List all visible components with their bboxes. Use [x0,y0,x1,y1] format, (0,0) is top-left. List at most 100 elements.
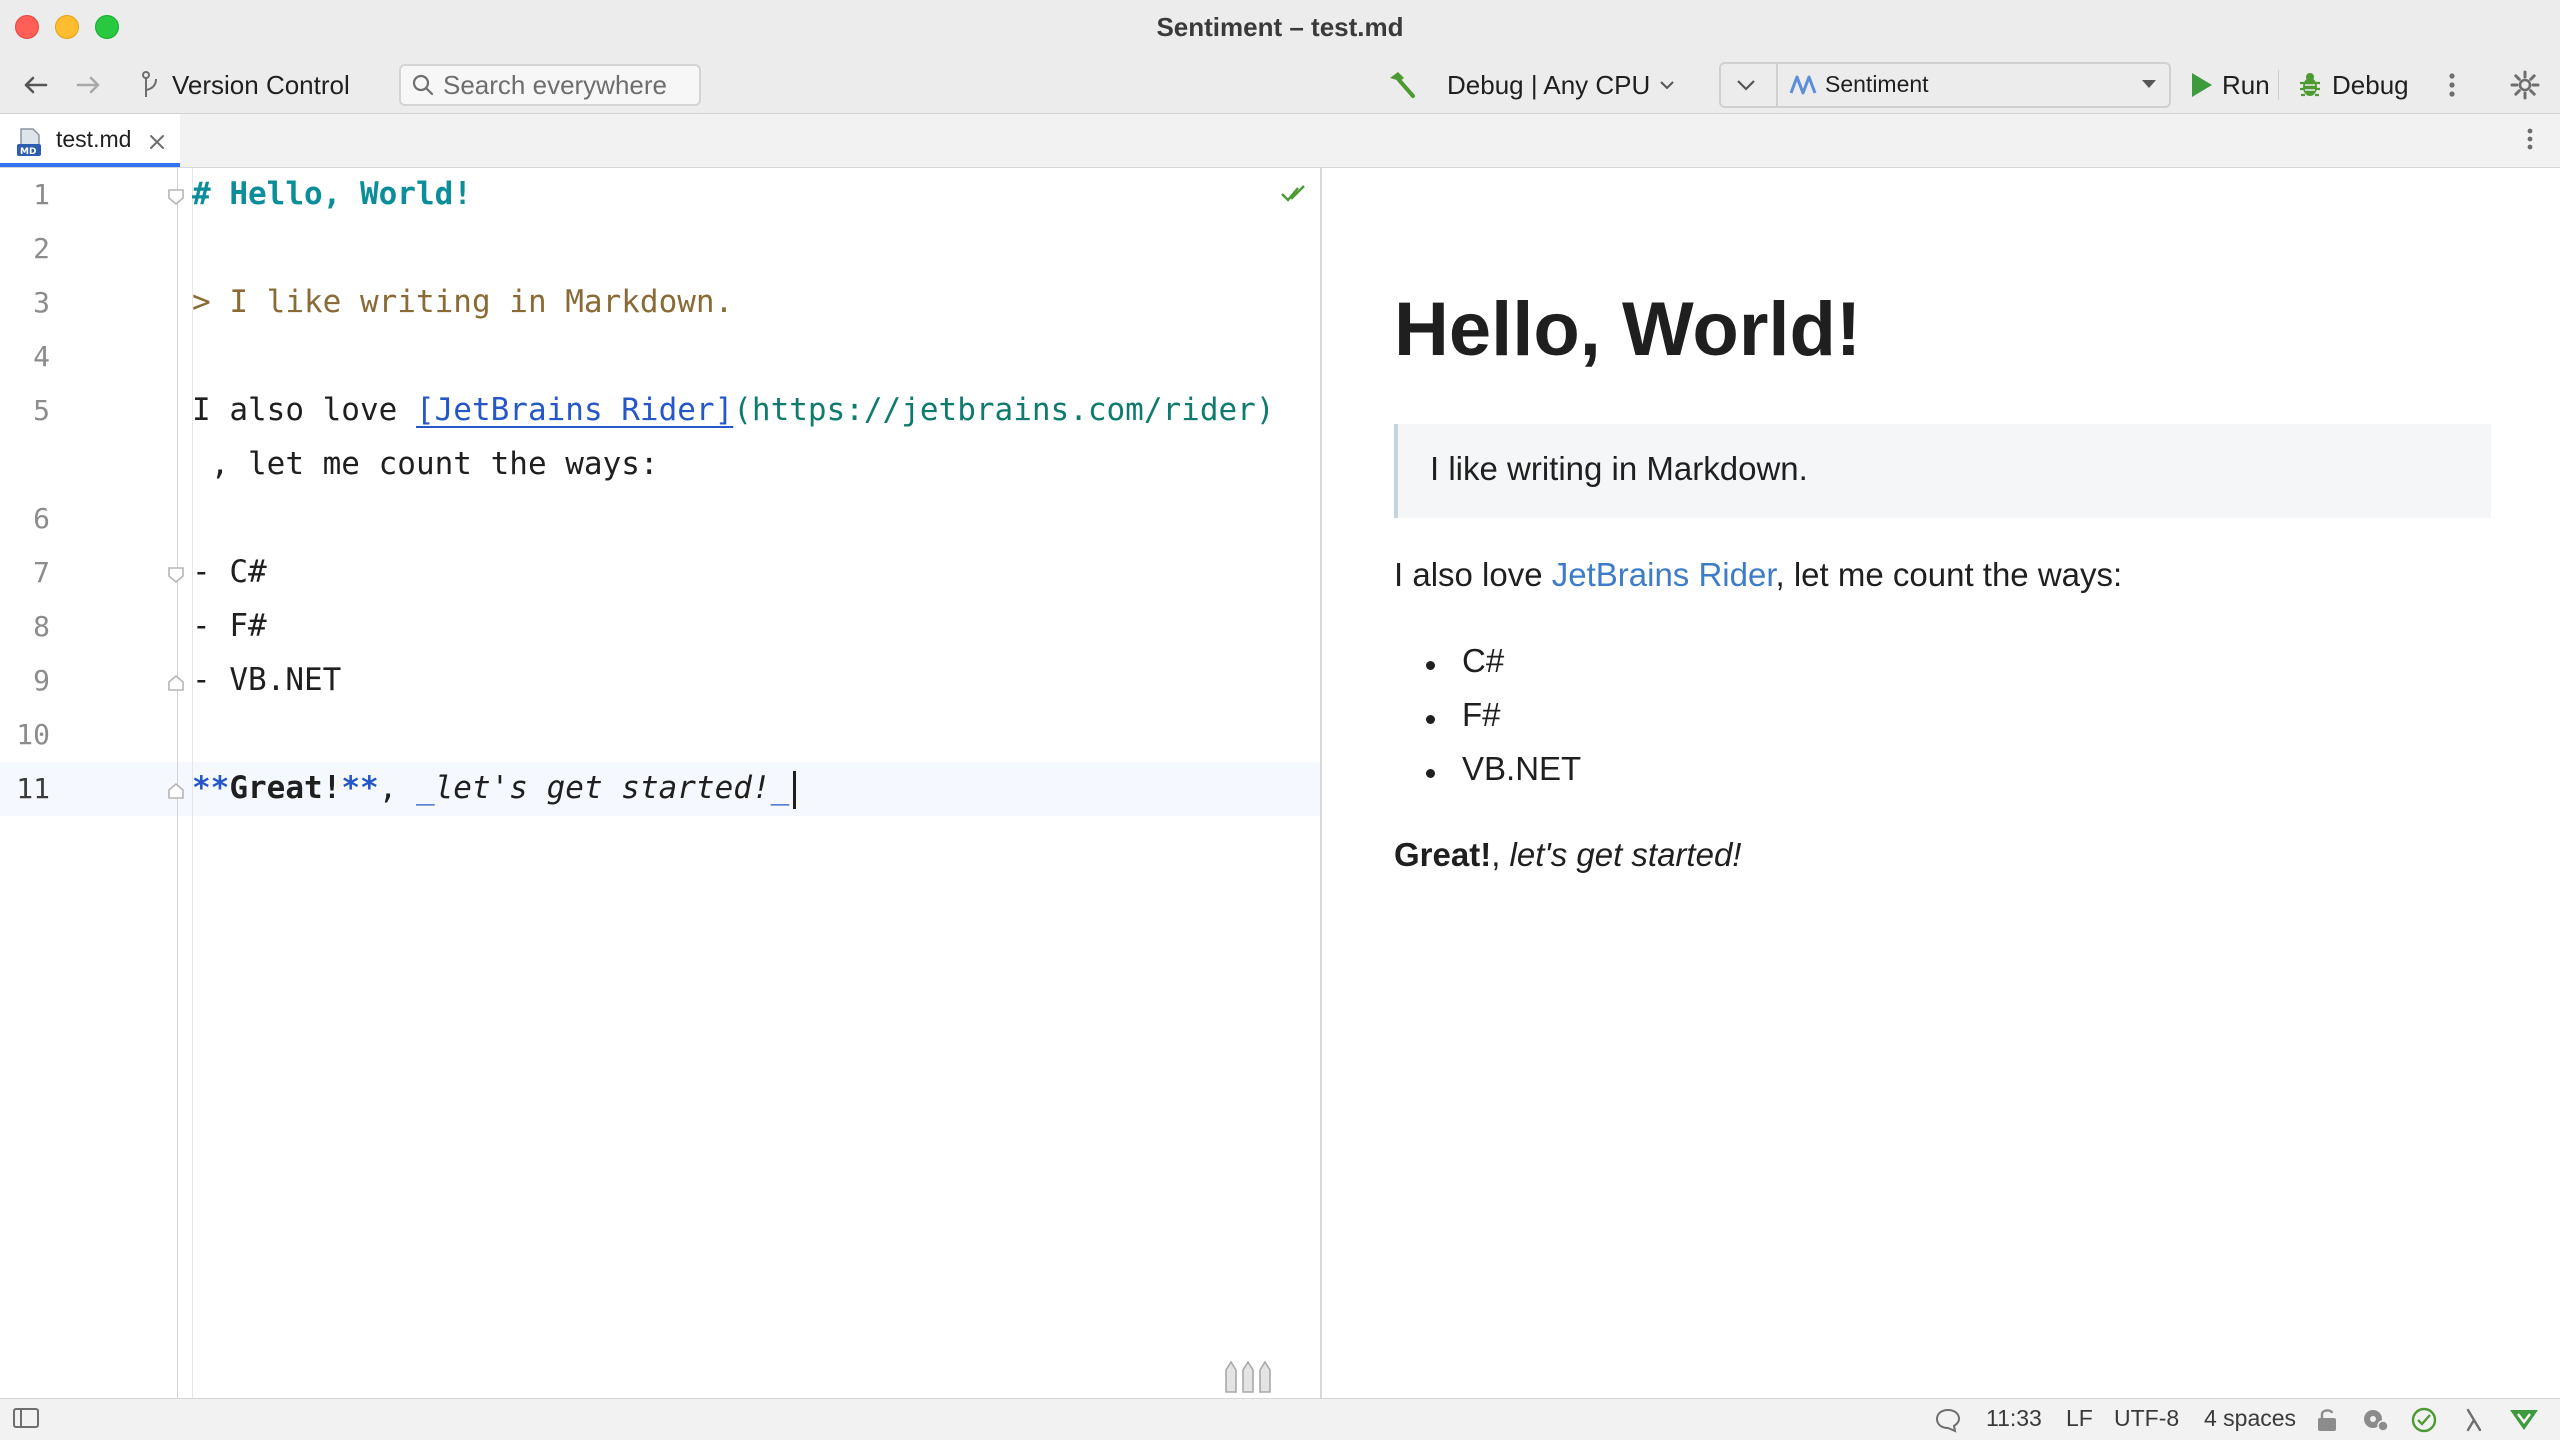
italic-marker: _ [415,770,435,806]
line-number: 5 [33,394,50,427]
fold-end-marker-icon[interactable] [166,781,186,801]
run-config-name: Sentiment [1825,71,1929,97]
paragraph-text: , let me count the ways: [1775,556,2123,593]
preview-paragraph: Great!, let's get started! [1394,836,1741,874]
link-text[interactable]: [JetBrains Rider] [416,392,733,428]
run-button[interactable]: Run [2192,56,2270,114]
code-line-3: > I like writing in Markdown. [192,284,734,320]
caret-position[interactable]: 11:33 [1986,1405,2042,1432]
run-icon [2192,73,2212,97]
line-ending[interactable]: LF [2066,1405,2093,1432]
blockquote-text: I like writing in Markdown. [1430,450,1808,487]
inspection-ok-icon[interactable] [1280,182,1308,206]
list-item: VB.NET [1462,750,1582,787]
markdown-file-icon: MD [17,127,45,157]
heading-text: Hello, World! [229,176,472,212]
lambda-icon[interactable] [2462,1406,2488,1440]
active-tab-indicator [0,163,180,167]
paragraph-text: I also love [1394,556,1552,593]
run-label: Run [2222,69,2270,100]
window-title: Sentiment – test.md [1156,12,1404,42]
line-number: 8 [33,610,50,643]
line-number: 9 [33,664,50,697]
toolbar-separator [2278,70,2279,100]
reader-mode-icon[interactable] [1222,1358,1278,1394]
chevron-down-icon [1658,79,1676,91]
bullet-icon [1426,715,1435,724]
checkmark-circle-icon[interactable] [2410,1406,2438,1440]
status-bar: 11:33 LF UTF-8 4 spaces [0,1398,2560,1440]
preview-heading: Hello, World! [1394,287,1862,372]
italic-text: let's get started! [434,770,771,806]
search-placeholder: Search everywhere [443,69,667,100]
config-divider [1776,64,1778,106]
file-encoding[interactable]: UTF-8 [2114,1405,2179,1432]
run-config-selector[interactable]: Sentiment [1719,62,2171,108]
preview-paragraph: I also love JetBrains Rider, let me coun… [1394,556,2122,594]
build-config-label: Debug | Any CPU [1447,69,1651,100]
line-number: 10 [16,718,50,751]
bug-icon [2296,71,2324,99]
code-line-8: - F# [192,608,267,644]
editor-tab-bar: MD test.md [0,114,2560,168]
fold-marker-icon[interactable] [166,565,186,585]
preview-link[interactable]: JetBrains Rider [1552,556,1776,593]
dotnet-project-icon [1789,73,1817,102]
tab-test-md[interactable]: MD test.md [0,114,180,167]
tab-label: test.md [56,126,132,152]
build-hammer-icon[interactable] [1384,56,1418,114]
debug-button[interactable]: Debug [2296,56,2409,114]
code-line-1: # Hello, World! [192,176,472,212]
branch-icon [140,70,162,100]
panel-toggle-icon[interactable] [12,1407,40,1435]
search-everywhere-box[interactable]: Search everywhere [399,64,701,106]
back-arrow-icon[interactable] [20,56,50,114]
more-actions-icon[interactable] [2446,56,2458,114]
bullet-icon [1426,661,1435,670]
line-number: 6 [33,502,50,535]
line-number: 7 [33,556,50,589]
line-number: 1 [33,178,50,211]
version-control-button[interactable]: Version Control [140,56,350,114]
code-line-7: - C# [192,554,267,590]
list-item: C# [1462,642,1505,679]
chevron-down-icon[interactable] [1733,72,1759,104]
bold-marker: ** [192,770,230,806]
code-text: I also love [192,392,416,428]
unlock-icon[interactable] [2316,1407,2338,1439]
fold-marker-icon[interactable] [166,187,186,207]
search-icon [412,74,434,96]
notification-bubble-icon[interactable] [1934,1407,1962,1439]
indent-setting[interactable]: 4 spaces [2204,1405,2296,1432]
markdown-preview: Hello, World! I like writing in Markdown… [1322,168,2560,1398]
italic-marker: _ [770,770,790,806]
line-number: 11 [16,772,50,805]
forward-arrow-icon[interactable] [74,56,104,114]
markdown-editor[interactable]: 1 2 3 4 5 6 7 8 9 10 11 # Hello, World! … [0,168,1322,1398]
version-control-label: Version Control [172,69,350,100]
code-line-5: I also love [JetBrains Rider](https://je… [192,392,1275,428]
link-url[interactable]: (https://jetbrains.com/rider) [733,392,1274,428]
debug-label: Debug [2332,69,2409,100]
title-bar: Sentiment – test.md [0,0,2560,56]
preview-blockquote: I like writing in Markdown. [1394,424,2491,518]
code-vision-icon[interactable] [2360,1407,2390,1439]
bold-text: Great! [229,770,342,806]
dropdown-triangle-icon [2139,74,2159,99]
code-line-5-wrap: , let me count the ways: [192,446,659,482]
settings-gear-icon[interactable] [2510,56,2540,114]
italic-text: let's get started! [1509,836,1742,873]
svg-text:MD: MD [20,147,36,157]
code-line-9: - VB.NET [192,662,342,698]
build-config-selector[interactable]: Debug | Any CPU [1447,56,1676,114]
heading-marker: # [192,176,230,212]
bold-marker: ** [341,770,379,806]
rider-logo-icon[interactable] [2508,1407,2540,1439]
bullet-icon [1426,769,1435,778]
paragraph-text: , [1491,836,1510,873]
close-icon[interactable] [146,123,168,160]
list-item: F# [1462,696,1501,733]
fold-end-marker-icon[interactable] [166,673,186,693]
code-line-11: **Great!**, _let's get started!_ [192,770,797,809]
tab-options-icon[interactable] [2524,124,2536,161]
